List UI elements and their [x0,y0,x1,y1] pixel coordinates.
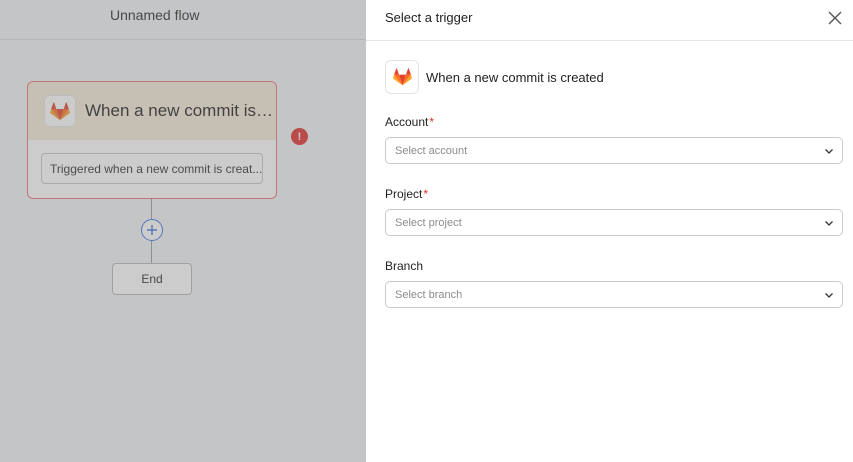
trigger-node-title: When a new commit is cr... [85,101,276,120]
trigger-node-description: Triggered when a new commit is creat... [41,153,263,184]
canvas-header: Unnamed flow [0,0,366,40]
branch-select-placeholder: Select branch [395,288,463,301]
account-select[interactable]: Select account [385,137,843,164]
add-step-button[interactable] [141,219,163,241]
project-label: Project* [385,187,428,201]
trigger-name: When a new commit is created [426,69,604,85]
chevron-down-icon [825,149,833,154]
chevron-down-icon [825,293,833,298]
flow-canvas[interactable]: Unnamed flow When a new commit is cr... … [0,0,366,462]
branch-label-text: Branch [385,259,424,273]
panel-title: Select a trigger [385,10,473,25]
end-node[interactable]: End [112,263,192,295]
plus-icon [147,225,157,235]
connector-line-bottom [151,241,152,263]
account-select-placeholder: Select account [395,144,468,157]
account-label: Account* [385,115,434,129]
connector-line-top [151,199,152,219]
project-select-placeholder: Select project [395,216,462,229]
trigger-node-header: When a new commit is cr... [28,82,276,140]
trigger-panel: Select a trigger When a new commit is cr… [366,0,853,462]
selected-trigger: When a new commit is created [385,60,604,94]
project-select[interactable]: Select project [385,209,843,236]
account-label-text: Account [385,115,429,129]
flow-title[interactable]: Unnamed flow [110,7,200,23]
required-marker: * [423,187,429,201]
project-label-text: Project [385,187,423,201]
required-marker: * [429,115,435,129]
branch-label: Branch [385,259,423,273]
branch-select[interactable]: Select branch [385,281,843,308]
gitlab-icon [385,60,419,94]
error-icon[interactable]: ! [291,128,308,145]
close-icon[interactable] [827,10,843,26]
gitlab-icon [44,95,76,127]
chevron-down-icon [825,221,833,226]
panel-header: Select a trigger [366,0,853,41]
trigger-node[interactable]: When a new commit is cr... Triggered whe… [27,81,277,199]
